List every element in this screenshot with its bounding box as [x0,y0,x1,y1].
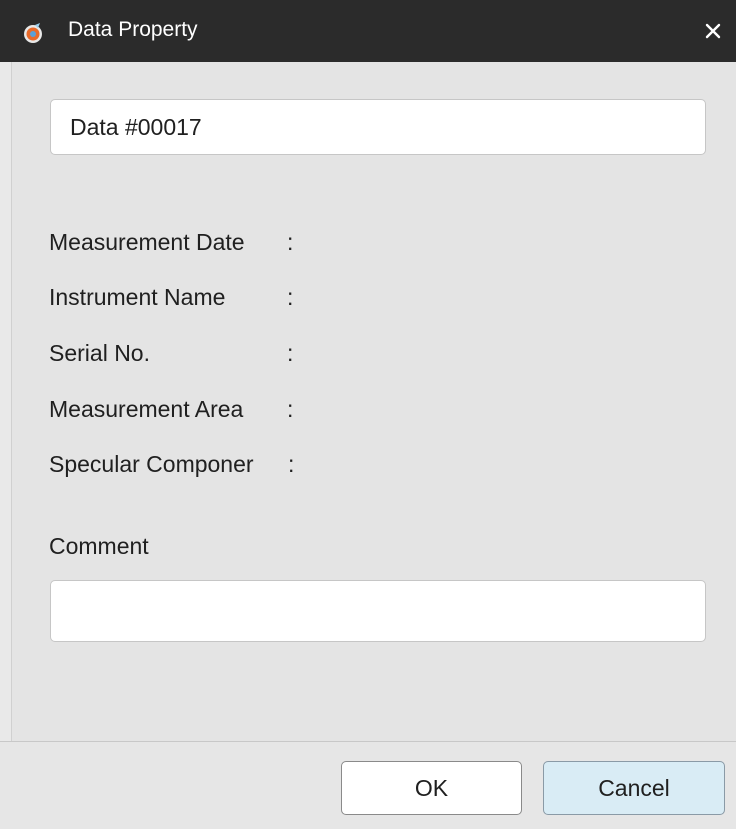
cancel-button[interactable]: Cancel [543,761,725,815]
property-label: Specular Componer [49,451,254,477]
app-logo-icon [24,23,42,43]
property-label: Measurement Area [49,396,244,422]
property-colon: : [288,451,295,477]
property-label: Instrument Name [49,284,226,310]
comment-label: Comment [49,533,149,559]
close-icon [705,23,721,39]
property-colon: : [287,340,294,366]
property-colon: : [287,284,294,310]
comment-input[interactable] [50,580,706,642]
property-label: Serial No. [49,340,150,366]
property-colon: : [287,229,294,255]
property-colon: : [287,396,294,422]
property-label: Measurement Date [49,229,245,255]
close-button[interactable] [690,0,736,62]
ok-button[interactable]: OK [341,761,522,815]
window-title: Data Property [68,18,198,41]
data-name-input[interactable] [50,99,706,155]
title-bar: Data Property [0,0,736,62]
window-edge [0,62,12,750]
